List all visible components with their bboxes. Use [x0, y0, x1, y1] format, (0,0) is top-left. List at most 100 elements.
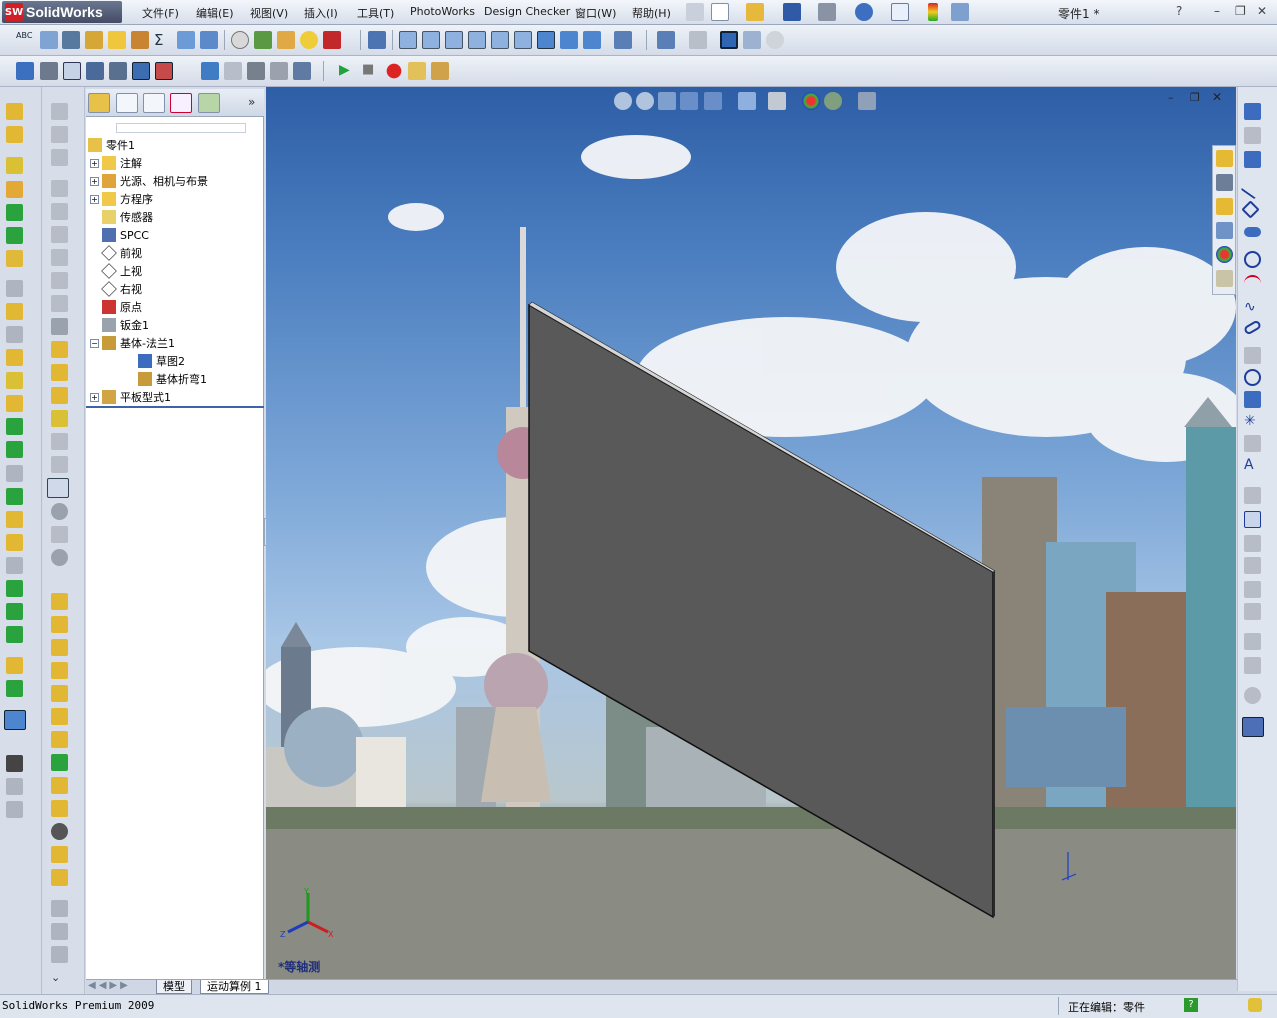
- polygon-tool-icon[interactable]: [1244, 369, 1261, 386]
- tab-scroll-arrows-icon[interactable]: ◀◀▶▶: [88, 980, 131, 991]
- home-icon[interactable]: [1216, 150, 1233, 167]
- display-mode-icon[interactable]: [743, 31, 761, 49]
- spelling-icon[interactable]: ABC: [16, 31, 34, 49]
- options-icon[interactable]: [951, 3, 969, 21]
- realview-icon[interactable]: [766, 31, 784, 49]
- view-top-icon[interactable]: [491, 31, 509, 49]
- no-bends-icon[interactable]: [51, 503, 68, 520]
- tree-expander-icon[interactable]: +: [90, 176, 99, 186]
- break-corner-icon[interactable]: [51, 364, 68, 381]
- property-manager-tab-icon[interactable]: [116, 93, 138, 113]
- dimxpert-tab-icon[interactable]: [170, 93, 192, 113]
- circle-tool-icon[interactable]: [1244, 251, 1261, 268]
- fillet-bead-icon[interactable]: [51, 708, 68, 725]
- smart-dimension-icon[interactable]: [63, 62, 81, 80]
- arc-tool-icon[interactable]: [1244, 275, 1261, 292]
- construction-geometry-icon[interactable]: [1244, 435, 1261, 452]
- tab-motion-study-1[interactable]: 运动算例 1: [200, 980, 269, 994]
- display-manager-tab-icon[interactable]: [198, 93, 220, 113]
- record-macro-icon[interactable]: [385, 62, 403, 80]
- extruded-boss-icon[interactable]: [6, 103, 23, 120]
- feature-stats-icon[interactable]: [254, 31, 272, 49]
- deform-icon[interactable]: [6, 557, 23, 574]
- hem-icon[interactable]: [51, 226, 68, 243]
- edge-flange-icon[interactable]: [51, 180, 68, 197]
- solidworks-logo[interactable]: SW SolidWorks: [2, 1, 122, 23]
- circular-pattern-icon[interactable]: [6, 626, 23, 643]
- viewport-restore-icon[interactable]: ❐: [1190, 91, 1200, 104]
- sketched-bend-icon[interactable]: [51, 272, 68, 289]
- view-left-icon[interactable]: [445, 31, 463, 49]
- measure-icon[interactable]: [62, 31, 80, 49]
- new-macro-icon[interactable]: [408, 62, 426, 80]
- normal-to-icon[interactable]: [614, 31, 632, 49]
- convert-to-sheetmetal-icon[interactable]: [51, 126, 68, 143]
- surface-icon[interactable]: [51, 754, 68, 771]
- rapid-sketch-icon[interactable]: [1242, 717, 1264, 737]
- rebuild-traffic-light-icon[interactable]: [928, 3, 938, 21]
- pin-icon[interactable]: [686, 3, 704, 21]
- extruded-cut-icon[interactable]: [6, 204, 23, 221]
- fillet-icon[interactable]: [6, 250, 23, 267]
- section-view-icon[interactable]: [132, 62, 150, 80]
- sketch-relations-icon[interactable]: [657, 31, 675, 49]
- custom-properties-icon[interactable]: [1216, 270, 1233, 287]
- move-entities-icon[interactable]: [1244, 603, 1261, 620]
- base-flange-tool-icon[interactable]: [51, 103, 68, 120]
- thicken-icon[interactable]: [51, 800, 68, 817]
- restore-button[interactable]: ❐: [1235, 4, 1246, 18]
- tree-item[interactable]: + 光源、相机与布景: [90, 172, 208, 190]
- new-document-icon[interactable]: [711, 3, 729, 21]
- tree-expander-icon[interactable]: −: [90, 338, 99, 348]
- display-relations-icon[interactable]: [1244, 633, 1261, 650]
- tag-status-icon[interactable]: [1248, 998, 1262, 1012]
- view-settings-icon[interactable]: [858, 92, 876, 110]
- view-dimetric-icon[interactable]: [583, 31, 601, 49]
- offset-entities-icon[interactable]: [1244, 535, 1261, 552]
- chamfer-icon[interactable]: [6, 280, 23, 297]
- close-button[interactable]: ✕: [1257, 4, 1267, 18]
- end-cap-icon[interactable]: [51, 662, 68, 679]
- menu-design-checker[interactable]: Design Checker: [484, 5, 570, 18]
- view-right-icon[interactable]: [468, 31, 486, 49]
- delete-face-icon[interactable]: [51, 823, 68, 840]
- tool-b-icon[interactable]: [51, 923, 68, 940]
- graphics-area[interactable]: Y X Z *等轴测 – ❐ ✕: [266, 87, 1236, 979]
- swept-boss-icon[interactable]: [6, 157, 23, 174]
- curves-icon[interactable]: [6, 680, 23, 697]
- dome-icon[interactable]: [6, 395, 23, 412]
- mold-icon[interactable]: [51, 869, 68, 886]
- display-style-hud-icon[interactable]: [738, 92, 756, 110]
- view-back-icon[interactable]: [422, 31, 440, 49]
- convert-entities-icon[interactable]: [1244, 511, 1261, 528]
- tree-item[interactable]: 右视: [90, 280, 142, 298]
- viewport-close-icon[interactable]: ✕: [1212, 90, 1222, 104]
- tool-a-icon[interactable]: [51, 900, 68, 917]
- pattern-icon[interactable]: [293, 62, 311, 80]
- photoworks-icon[interactable]: [6, 801, 23, 818]
- trim-tool-icon[interactable]: [1244, 487, 1261, 504]
- part-icon[interactable]: [40, 62, 58, 80]
- miter-flange-icon[interactable]: [51, 203, 68, 220]
- structural-member-icon[interactable]: [51, 616, 68, 633]
- closed-corner-icon[interactable]: [51, 318, 68, 335]
- menu-tools[interactable]: 工具(T): [357, 5, 394, 21]
- tree-item[interactable]: 前视: [90, 244, 142, 262]
- mate-icon[interactable]: [109, 62, 127, 80]
- play-macro-icon[interactable]: ▶: [339, 62, 357, 80]
- revolved-cut-icon[interactable]: [6, 227, 23, 244]
- repair-sketch-icon[interactable]: [1244, 657, 1261, 674]
- curvature-icon[interactable]: [155, 62, 173, 80]
- chevron-down-icon[interactable]: ⌄: [51, 971, 68, 988]
- spline-tool-icon[interactable]: ∿: [1244, 299, 1261, 316]
- vise-icon[interactable]: [247, 62, 265, 80]
- mass-properties-icon[interactable]: [85, 31, 103, 49]
- rib-icon[interactable]: [6, 303, 23, 320]
- render-icon[interactable]: [6, 778, 23, 795]
- help-icon[interactable]: ?: [1176, 4, 1182, 18]
- sensor-toolbar-icon[interactable]: [177, 31, 195, 49]
- relations-icon[interactable]: [86, 62, 104, 80]
- menu-view[interactable]: 视图(V): [250, 5, 288, 21]
- sketch-icon-tool[interactable]: [1244, 103, 1261, 120]
- checklist-icon[interactable]: [108, 31, 126, 49]
